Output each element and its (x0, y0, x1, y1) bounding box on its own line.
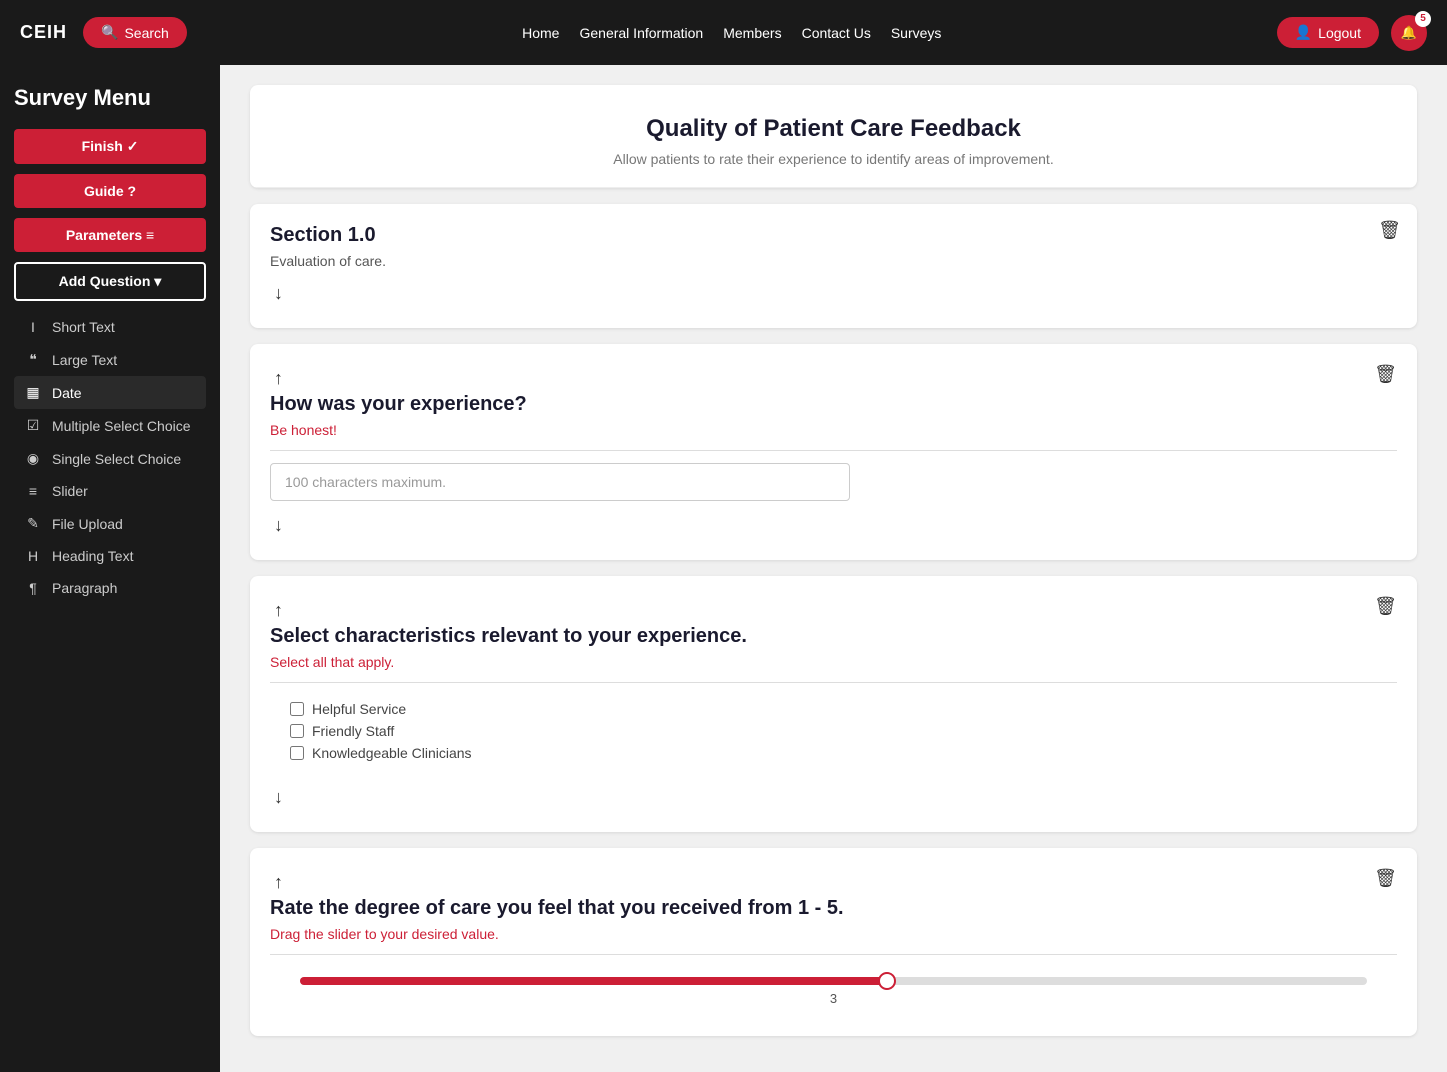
sidebar-item-heading[interactable]: H Heading Text (14, 540, 206, 572)
nav-left: CEIH 🔍 Search (20, 17, 187, 48)
nav-surveys[interactable]: Surveys (891, 25, 942, 41)
q2-move-up-button[interactable]: ↑ (270, 596, 287, 625)
q2-option-3[interactable]: Knowledgeable Clinicians (290, 745, 1377, 761)
q3-slider-track (300, 977, 1367, 985)
q2-option-1[interactable]: Helpful Service (290, 701, 1377, 717)
q3-move-up-button[interactable]: ↑ (270, 868, 287, 897)
sidebar-label-heading: Heading Text (52, 548, 133, 564)
q2-option-1-label: Helpful Service (312, 701, 406, 717)
sidebar-item-slider[interactable]: ≡ Slider (14, 475, 206, 507)
section-title: Section 1.0 (270, 224, 1397, 247)
nav-right: 👤 Logout 🔔 5 (1277, 15, 1427, 51)
quote-icon: ❝ (24, 351, 42, 368)
add-question-button[interactable]: Add Question ▾ (14, 262, 206, 301)
q2-option-3-label: Knowledgeable Clinicians (312, 745, 472, 761)
q1-title: How was your experience? (270, 393, 1397, 416)
q2-checkbox-2[interactable] (290, 724, 304, 738)
slider-icon: ≡ (24, 483, 42, 499)
question-card-3: ↑ 🗑 Rate the degree of care you feel tha… (250, 848, 1417, 1036)
q1-text-input[interactable]: 100 characters maximum. (270, 463, 850, 501)
sidebar-item-large-text[interactable]: ❝ Large Text (14, 343, 206, 376)
q2-move-down-button[interactable]: ↓ (270, 783, 287, 812)
q1-delete-button[interactable]: 🗑 (1374, 364, 1397, 385)
nav-center: Home General Information Members Contact… (522, 25, 941, 41)
q2-checkbox-group: Helpful Service Friendly Staff Knowledge… (270, 695, 1397, 773)
sidebar-item-date[interactable]: ▦ Date (14, 376, 206, 409)
survey-subtitle: Allow patients to rate their experience … (270, 151, 1397, 167)
q2-title: Select characteristics relevant to your … (270, 625, 1397, 648)
q3-slider-fill (300, 977, 887, 985)
sidebar-item-file-upload[interactable]: ✎ File Upload (14, 507, 206, 540)
section-move-down-button[interactable]: ↓ (270, 279, 287, 308)
sidebar-title: Survey Menu (14, 85, 206, 111)
question-card-2: ↑ 🗑 Select characteristics relevant to y… (250, 576, 1417, 832)
sidebar: Survey Menu Finish ✓ Guide ? Parameters … (0, 65, 220, 1072)
sidebar-item-paragraph[interactable]: ¶ Paragraph (14, 572, 206, 604)
q3-description: Drag the slider to your desired value. (270, 926, 1397, 942)
survey-header-card: Quality of Patient Care Feedback Allow p… (250, 85, 1417, 188)
calendar-icon: ▦ (24, 384, 42, 401)
heading-icon: H (24, 548, 42, 564)
guide-button[interactable]: Guide ? (14, 174, 206, 208)
user-icon: 👤 (1295, 24, 1312, 41)
logout-label: Logout (1318, 25, 1361, 41)
sidebar-item-short-text[interactable]: I Short Text (14, 311, 206, 343)
logo: CEIH (20, 22, 67, 43)
main-content: Quality of Patient Care Feedback Allow p… (220, 65, 1447, 1072)
upload-icon: ✎ (24, 515, 42, 532)
q1-move-down-button[interactable]: ↓ (270, 511, 287, 540)
survey-title: Quality of Patient Care Feedback (270, 115, 1397, 143)
q2-delete-button[interactable]: 🗑 (1374, 596, 1397, 617)
q2-description: Select all that apply. (270, 654, 1397, 670)
checkbox-icon: ☑ (24, 417, 42, 434)
search-icon: 🔍 (101, 24, 118, 41)
q3-delete-button[interactable]: 🗑 (1374, 868, 1397, 889)
sidebar-item-single-select[interactable]: ◉ Single Select Choice (14, 442, 206, 475)
section-card: 🗑 Section 1.0 Evaluation of care. ↓ (250, 204, 1417, 328)
section-delete-button[interactable]: 🗑 (1378, 220, 1401, 241)
sidebar-label-slider: Slider (52, 483, 88, 499)
q2-option-2[interactable]: Friendly Staff (290, 723, 1377, 739)
sidebar-label-short-text: Short Text (52, 319, 115, 335)
page-container: Survey Menu Finish ✓ Guide ? Parameters … (0, 65, 1447, 1072)
q2-option-2-label: Friendly Staff (312, 723, 394, 739)
question-card-1: ↑ 🗑 How was your experience? Be honest! … (250, 344, 1417, 560)
q3-slider-thumb[interactable] (878, 972, 896, 990)
nav-general-info[interactable]: General Information (579, 25, 703, 41)
radio-icon: ◉ (24, 450, 42, 467)
q1-move-up-button[interactable]: ↑ (270, 364, 287, 393)
q1-description: Be honest! (270, 422, 1397, 438)
sidebar-label-date: Date (52, 385, 82, 401)
nav-home[interactable]: Home (522, 25, 559, 41)
notification-button[interactable]: 🔔 5 (1391, 15, 1427, 51)
nav-members[interactable]: Members (723, 25, 781, 41)
paragraph-icon: ¶ (24, 580, 42, 596)
bell-icon: 🔔 (1401, 25, 1417, 41)
q3-slider-container: 3 (270, 967, 1397, 1016)
navbar: CEIH 🔍 Search Home General Information M… (0, 0, 1447, 65)
q3-slider-value: 3 (300, 991, 1367, 1006)
parameters-button[interactable]: Parameters ≡ (14, 218, 206, 252)
notification-badge: 5 (1415, 11, 1431, 27)
q2-checkbox-1[interactable] (290, 702, 304, 716)
text-cursor-icon: I (24, 319, 42, 335)
finish-button[interactable]: Finish ✓ (14, 129, 206, 164)
sidebar-label-single-select: Single Select Choice (52, 451, 181, 467)
sidebar-label-file-upload: File Upload (52, 516, 123, 532)
search-button[interactable]: 🔍 Search (83, 17, 187, 48)
section-description: Evaluation of care. (270, 253, 1397, 269)
q3-title: Rate the degree of care you feel that yo… (270, 897, 1397, 920)
nav-contact[interactable]: Contact Us (802, 25, 871, 41)
search-label: Search (124, 25, 168, 41)
q2-checkbox-3[interactable] (290, 746, 304, 760)
sidebar-label-multiple-select: Multiple Select Choice (52, 418, 191, 434)
sidebar-label-large-text: Large Text (52, 352, 117, 368)
sidebar-label-paragraph: Paragraph (52, 580, 117, 596)
sidebar-item-multiple-select[interactable]: ☑ Multiple Select Choice (14, 409, 206, 442)
logout-button[interactable]: 👤 Logout (1277, 17, 1379, 48)
